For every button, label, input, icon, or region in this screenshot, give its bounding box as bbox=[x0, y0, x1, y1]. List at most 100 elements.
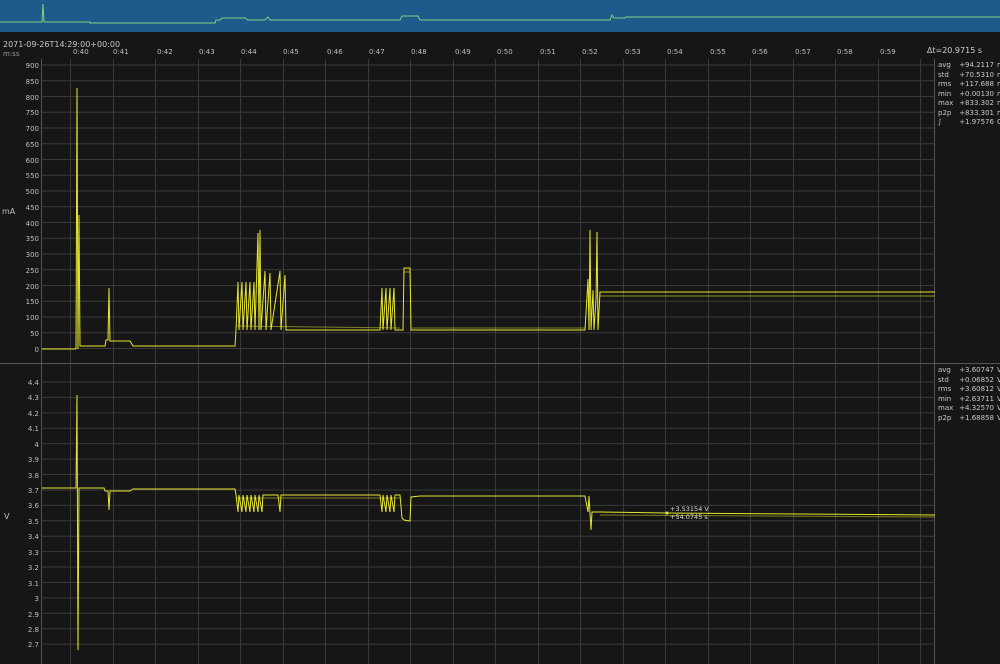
current-stats-panel: avg+94.2117mA std+70.5310mA rms+117.688m… bbox=[938, 61, 1000, 128]
y-tick-label: 3.7 bbox=[28, 487, 39, 495]
y-tick-label: 3.5 bbox=[28, 518, 39, 526]
current-y-ticks: 900 850 800 750 700 650 600 550 500 450 … bbox=[26, 62, 39, 354]
y-tick-label: 3.6 bbox=[28, 502, 40, 510]
stat-row: max +833.302mA bbox=[938, 99, 1000, 109]
y-tick-label: 100 bbox=[26, 314, 39, 322]
y-tick-label: 350 bbox=[26, 235, 39, 243]
y-tick-label: 3.1 bbox=[28, 580, 39, 588]
stat-name: min bbox=[938, 394, 952, 403]
current-unit-label: mA bbox=[2, 207, 16, 216]
marker-value: +3.53154 V bbox=[670, 505, 709, 513]
stat-row: p2p +1.68858 V bbox=[938, 414, 1000, 424]
stat-value: +2.63711 bbox=[959, 394, 994, 403]
y-tick-label: 700 bbox=[26, 125, 39, 133]
stat-unit: mA bbox=[994, 109, 1000, 119]
stat-name: rms bbox=[938, 80, 952, 88]
y-tick-label: 4.1 bbox=[28, 425, 39, 433]
marker-time: +54.0745 s bbox=[670, 513, 708, 521]
stat-row: std +0.06852 V bbox=[938, 376, 1000, 386]
stat-value: +1.68858 bbox=[959, 413, 994, 422]
y-tick-label: 4.2 bbox=[28, 410, 39, 418]
stat-row: rms +3.60812 V bbox=[938, 385, 1000, 395]
y-tick-label: 400 bbox=[26, 220, 39, 228]
stat-value: +833.302 bbox=[959, 99, 994, 107]
stat-row: min +0.00130mA bbox=[938, 90, 1000, 100]
stat-row: p2p +833.301mA bbox=[938, 109, 1000, 119]
y-tick-label: 650 bbox=[26, 141, 39, 149]
stat-value: +3.60747 bbox=[959, 366, 994, 374]
stat-value: +94.2117 bbox=[959, 61, 994, 69]
stat-unit: V bbox=[997, 394, 1000, 403]
y-tick-label: 2.9 bbox=[28, 611, 39, 619]
stat-value: +833.301 bbox=[959, 108, 994, 117]
stat-name: max bbox=[938, 99, 954, 107]
stat-unit: V bbox=[997, 366, 1000, 374]
y-tick-label: 0 bbox=[35, 346, 39, 354]
voltage-trace bbox=[42, 394, 936, 651]
stat-name: std bbox=[938, 375, 949, 384]
stat-row: min +2.63711 V bbox=[938, 395, 1000, 405]
y-tick-label: 500 bbox=[26, 188, 39, 196]
y-tick-label: 3 bbox=[35, 595, 39, 603]
voltage-stats-panel: avg +3.60747 V std +0.06852 V rms +3.60812 V m… bbox=[938, 366, 1000, 423]
stat-unit: V bbox=[997, 375, 1000, 384]
stat-name: rms bbox=[938, 385, 952, 393]
stat-row: avg +94.2117mA bbox=[938, 61, 1000, 71]
stat-unit: V bbox=[997, 385, 1000, 393]
y-tick-label: 550 bbox=[26, 172, 39, 180]
stat-row: ∫ +1.97576 C bbox=[938, 118, 1000, 128]
y-tick-label: 3.3 bbox=[28, 549, 39, 557]
y-tick-label: 50 bbox=[30, 330, 39, 338]
stat-value: +3.60812 bbox=[959, 385, 994, 393]
y-tick-label: 250 bbox=[26, 267, 39, 275]
stat-name: avg bbox=[938, 366, 951, 374]
current-trace bbox=[42, 87, 935, 350]
stat-unit: mA bbox=[994, 80, 1000, 90]
stat-row: std +70.5310mA bbox=[938, 71, 1000, 81]
y-tick-label: 800 bbox=[26, 94, 39, 102]
stat-value: +70.5310 bbox=[959, 70, 994, 79]
y-tick-label: 450 bbox=[26, 204, 39, 212]
y-tick-label: 3.9 bbox=[28, 456, 39, 464]
stat-unit: V bbox=[997, 404, 1000, 412]
y-tick-label: 750 bbox=[26, 109, 39, 117]
voltage-y-ticks: 4.4 4.3 4.2 4.1 4 3.9 3.8 3.7 3.6 3.5 3.… bbox=[28, 379, 40, 649]
y-tick-label: 2.8 bbox=[28, 626, 39, 634]
grid-lines bbox=[42, 59, 934, 664]
stat-unit: mA bbox=[994, 99, 1000, 109]
stat-unit: mA bbox=[994, 90, 1000, 100]
y-tick-label: 850 bbox=[26, 78, 39, 86]
stat-name: avg bbox=[938, 61, 951, 69]
marker-dot[interactable] bbox=[665, 511, 669, 515]
y-tick-label: 300 bbox=[26, 251, 39, 259]
y-tick-label: 2.7 bbox=[28, 641, 39, 649]
y-tick-label: 3.4 bbox=[28, 533, 40, 541]
y-tick-label: 900 bbox=[26, 62, 39, 70]
stat-value: +4.32570 bbox=[959, 404, 994, 412]
y-tick-label: 600 bbox=[26, 157, 39, 165]
stat-unit: mA bbox=[994, 71, 1000, 81]
stat-row: avg +3.60747 V bbox=[938, 366, 1000, 376]
marker-readout[interactable]: +3.53154 V +54.0745 s bbox=[670, 505, 709, 521]
y-tick-label: 200 bbox=[26, 283, 39, 291]
voltage-unit-label: V bbox=[4, 512, 10, 521]
stat-name: ∫ bbox=[938, 118, 942, 126]
stat-value: +1.97576 bbox=[959, 118, 994, 126]
stat-row: rms +117.688mA bbox=[938, 80, 1000, 90]
stat-unit: V bbox=[997, 413, 1000, 422]
y-tick-label: 3.8 bbox=[28, 472, 39, 480]
stat-name: min bbox=[938, 89, 952, 98]
stat-value: +117.688 bbox=[959, 80, 994, 88]
y-tick-label: 4.3 bbox=[28, 394, 39, 402]
stat-unit: C bbox=[997, 118, 1000, 126]
plot-area[interactable]: 900 850 800 750 700 650 600 550 500 450 … bbox=[0, 0, 1000, 664]
y-tick-label: 4 bbox=[35, 441, 40, 449]
y-tick-label: 4.4 bbox=[28, 379, 40, 387]
stat-value: +0.06852 bbox=[959, 375, 994, 384]
stat-unit: mA bbox=[994, 61, 1000, 71]
stat-name: p2p bbox=[938, 413, 952, 422]
stat-name: max bbox=[938, 404, 954, 412]
stat-name: std bbox=[938, 70, 949, 79]
y-tick-label: 3.2 bbox=[28, 564, 39, 572]
y-tick-label: 150 bbox=[26, 298, 39, 306]
